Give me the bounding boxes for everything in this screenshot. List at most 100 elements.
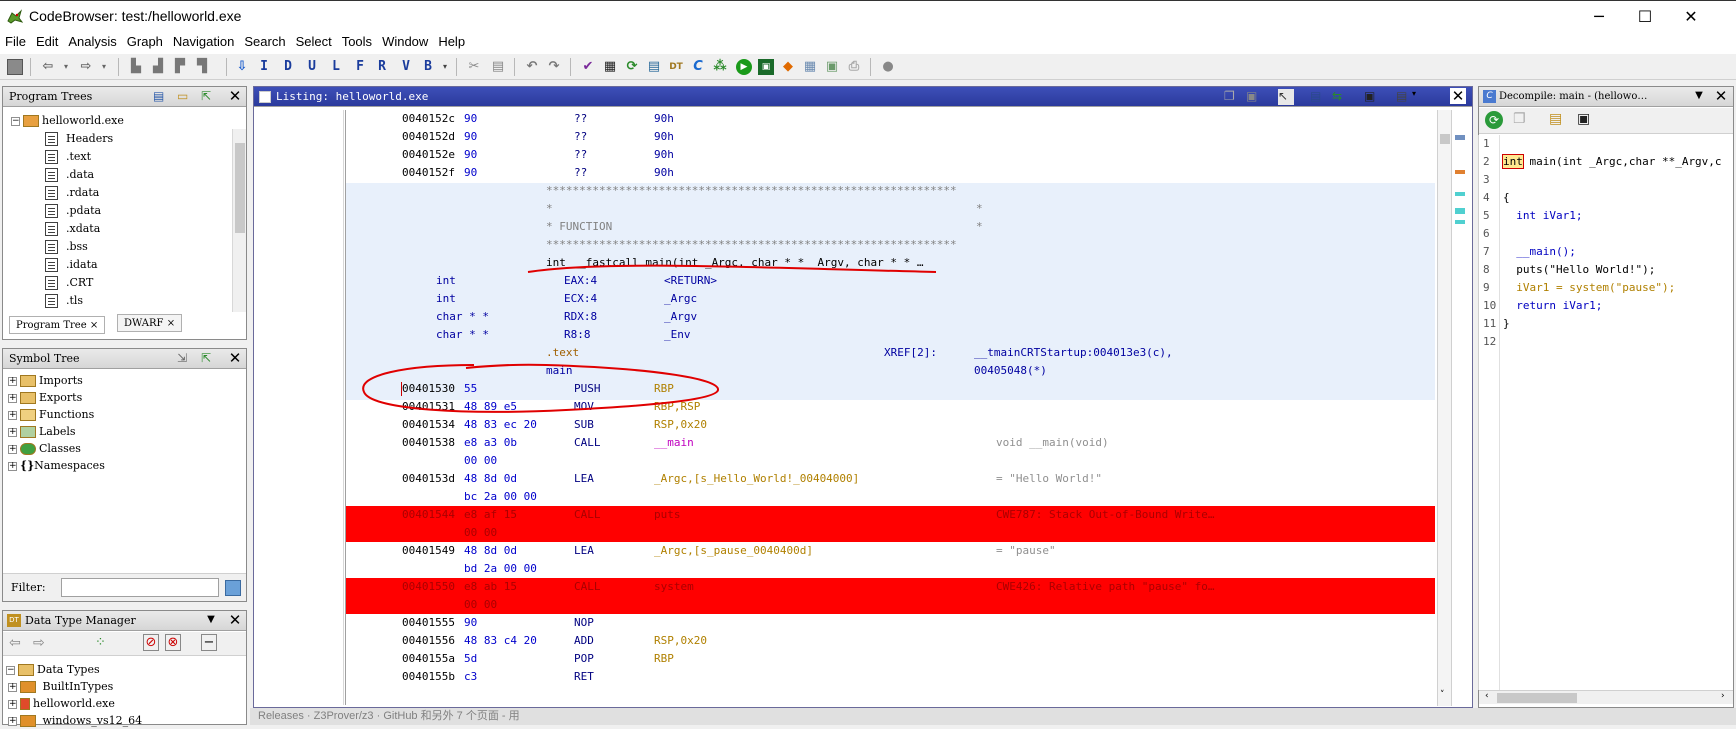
tree-item-data[interactable]: .data — [45, 166, 94, 183]
diff-icon[interactable]: ⇆ — [1332, 89, 1348, 105]
symbol-labels[interactable]: + Labels — [8, 423, 76, 440]
variable-v-icon[interactable]: V — [398, 59, 414, 75]
tab-program-tree[interactable]: Program Tree × — [9, 316, 106, 334]
edit-fields-icon[interactable]: ▤ — [1310, 89, 1326, 105]
close-symbol-tree-icon[interactable]: ✕ — [227, 350, 243, 366]
decompile-line[interactable]: 6 — [1483, 225, 1490, 243]
printer-icon[interactable]: ⎙ — [846, 59, 862, 75]
table-icon[interactable]: ▦ — [802, 59, 818, 75]
symbol-imports[interactable]: + Imports — [8, 372, 83, 389]
menu-tools[interactable]: Tools — [337, 32, 377, 54]
dtm-hide-icon[interactable]: ⊗ — [165, 634, 181, 651]
dtm-data-types[interactable]: − Data Types — [6, 661, 100, 678]
snapshot-icon[interactable]: ▣ — [1364, 89, 1380, 105]
decompile-code[interactable]: { — [1503, 189, 1510, 207]
snapshot-decompile-icon[interactable]: ▣ — [1577, 111, 1590, 127]
options-icon[interactable]: ▤ — [1396, 89, 1412, 105]
dtm-windows[interactable]: + windows_vs12_64 — [8, 712, 142, 729]
datatype-icon[interactable]: DT — [668, 59, 684, 75]
dtm-builtin-types[interactable]: + BuiltInTypes — [8, 678, 113, 695]
tree-item-bss[interactable]: .bss — [45, 238, 88, 255]
tree-item-xdata[interactable]: .xdata — [45, 220, 100, 237]
refresh-analysis-icon[interactable]: ⟳ — [624, 59, 640, 75]
symbol-functions[interactable]: + Functions — [8, 406, 94, 423]
export-symbols-icon[interactable]: ⇱ — [201, 351, 217, 367]
symbol-filter-input[interactable] — [61, 578, 219, 597]
menu-graph[interactable]: Graph — [122, 32, 168, 54]
bookmark-b-icon[interactable]: B — [420, 59, 436, 75]
save-icon[interactable] — [7, 59, 23, 75]
dtm-collapse-icon[interactable]: − — [201, 634, 217, 651]
reference-r-icon[interactable]: R — [374, 59, 390, 75]
maximize-button[interactable]: ☐ — [1622, 1, 1668, 33]
tree-item-tls[interactable]: .tls — [45, 292, 83, 309]
decompile-line[interactable]: 1 — [1483, 135, 1490, 153]
cursor-select-icon[interactable]: ↖ — [1278, 89, 1294, 105]
c-function-icon[interactable]: C — [690, 59, 706, 75]
function-f-icon[interactable]: F — [352, 59, 368, 75]
symbol-classes[interactable]: + Classes — [8, 440, 81, 457]
scroll-left-icon[interactable]: ‹ — [1485, 691, 1489, 701]
run-icon[interactable]: ▶ — [736, 59, 752, 75]
checkmark-icon[interactable]: ✔ — [580, 59, 596, 75]
next-function-icon[interactable]: ▟ — [150, 59, 166, 75]
decompile-code[interactable]: iVar1 = system("pause"); — [1503, 279, 1675, 297]
new-tree-icon[interactable]: ▤ — [153, 89, 169, 105]
menu-help[interactable]: Help — [433, 32, 470, 54]
copy-decompile-icon[interactable]: ❐ — [1513, 111, 1526, 127]
tab-dwarf[interactable]: DWARF × — [117, 314, 183, 332]
tree-item-rdata[interactable]: .rdata — [45, 184, 99, 201]
decompile-code[interactable]: puts("Hello World!"); — [1503, 261, 1655, 279]
dtm-filter-icon[interactable]: ⁘ — [95, 635, 106, 650]
refresh-decompile-icon[interactable]: ⟳ — [1485, 111, 1503, 129]
menu-navigation[interactable]: Navigation — [168, 32, 239, 54]
tree-item-headers[interactable]: Headers — [45, 130, 113, 147]
close-program-trees-icon[interactable]: ✕ — [227, 88, 243, 104]
down-arrow-icon[interactable]: ⇩ — [234, 59, 250, 75]
dtm-no-filter-icon[interactable]: ⊘ — [143, 634, 159, 651]
copy-icon[interactable]: ❐ — [1224, 89, 1240, 105]
tree-root[interactable]: − helloworld.exe — [11, 112, 124, 129]
listing-overview-bar[interactable] — [1451, 110, 1471, 706]
program-trees-scrollbar[interactable] — [232, 129, 246, 312]
tree-item-text[interactable]: .text — [45, 148, 91, 165]
import-icon[interactable]: ⇲ — [177, 351, 193, 367]
minimize-button[interactable]: ─ — [1576, 1, 1622, 33]
back-dropdown-icon[interactable]: ▾ — [58, 59, 74, 75]
cut-icon[interactable]: ✂ — [466, 59, 482, 75]
open-folder-icon[interactable]: ▭ — [177, 89, 193, 105]
symbol-exports[interactable]: + Exports — [8, 389, 82, 406]
menu-edit[interactable]: Edit — [31, 32, 63, 54]
menu-select[interactable]: Select — [291, 32, 337, 54]
dtm-helloworld[interactable]: + helloworld.exe — [8, 695, 115, 712]
bug-icon[interactable]: ● — [880, 59, 896, 75]
dtm-forward-icon[interactable]: ⇨ — [33, 635, 45, 651]
tree-item-pdata[interactable]: .pdata — [45, 202, 101, 219]
decompile-code[interactable]: __main(); — [1503, 243, 1576, 261]
terminal-icon[interactable]: ▣ — [758, 59, 774, 75]
decompile-line[interactable]: 4 — [1483, 189, 1490, 207]
instruction-i-icon[interactable]: I — [256, 59, 272, 75]
close-window-button[interactable]: ✕ — [1668, 1, 1714, 33]
data-d-icon[interactable]: D — [280, 59, 296, 75]
menu-analysis[interactable]: Analysis — [63, 32, 121, 54]
decompile-line[interactable]: 9 — [1483, 279, 1490, 297]
close-data-type-manager-icon[interactable]: ✕ — [227, 612, 243, 628]
tree-item-idata[interactable]: .idata — [45, 256, 98, 273]
image-icon[interactable]: ▣ — [824, 59, 840, 75]
dtm-menu-dropdown-icon[interactable]: ▼ — [203, 612, 219, 628]
decompile-line[interactable]: 12 — [1483, 333, 1496, 351]
bookmark-dropdown-icon[interactable]: ▾ — [437, 59, 453, 75]
register-icon[interactable]: ▤ — [646, 59, 662, 75]
label-l-icon[interactable]: L — [328, 59, 344, 75]
function-graph-icon[interactable]: ⁂ — [712, 59, 728, 75]
decompile-hscroll-thumb[interactable] — [1497, 693, 1577, 703]
undo-icon[interactable]: ↶ — [524, 59, 540, 75]
scroll-thumb[interactable] — [235, 143, 245, 233]
decompile-line[interactable]: 5 — [1483, 207, 1490, 225]
options-dropdown-icon[interactable]: ▾ — [1412, 89, 1428, 105]
scroll-down-arrow-icon[interactable]: ˅ — [1440, 690, 1445, 700]
menu-file[interactable]: File — [0, 32, 31, 54]
decompile-line[interactable]: 11 — [1483, 315, 1496, 333]
edit-signature-icon[interactable]: ▤ — [1549, 111, 1562, 127]
